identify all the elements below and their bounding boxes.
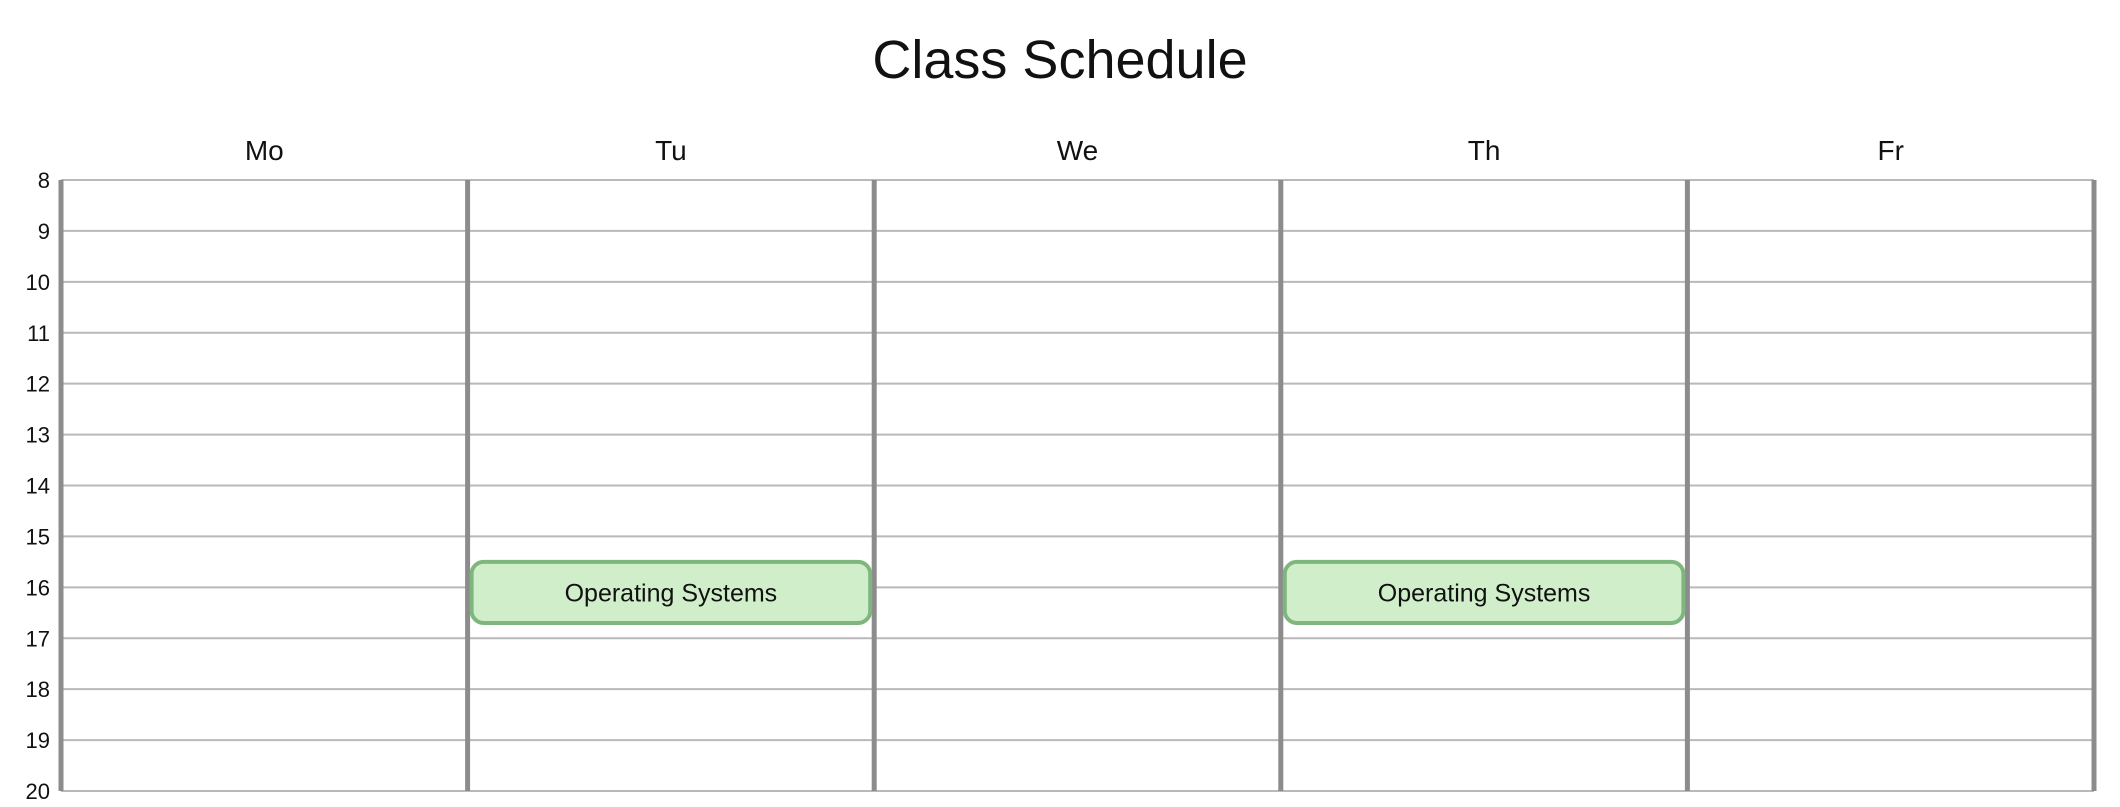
hour-tick-label: 18: [26, 677, 50, 702]
hour-tick-label: 16: [26, 575, 50, 600]
hour-tick-label: 9: [38, 219, 50, 244]
hour-tick-label: 20: [26, 779, 50, 804]
hour-tick-label: 15: [26, 524, 50, 549]
hour-tick-label: 17: [26, 626, 50, 651]
schedule-page: Class Schedule 8 9 10 11 12 13 14 15 16 17 18 19 20 M…: [0, 0, 2120, 807]
day-header-fr: Fr: [1877, 135, 1903, 166]
class-block-label: Operating Systems: [1378, 579, 1591, 607]
hour-tick-label: 13: [26, 423, 50, 448]
class-block-label: Operating Systems: [565, 579, 778, 607]
schedule-chart: 8 9 10 11 12 13 14 15 16 17 18 19 20 Mo Tu We Th Fr Operat…: [26, 135, 2097, 804]
hour-tick-label: 11: [27, 321, 50, 346]
day-header-th: Th: [1468, 135, 1501, 166]
hour-tick-label: 14: [26, 474, 50, 499]
hour-tick-label: 12: [26, 372, 50, 397]
day-header-mo: Mo: [245, 135, 284, 166]
day-header-we: We: [1057, 135, 1099, 166]
hour-tick-label: 19: [26, 728, 50, 753]
hour-tick-label: 8: [38, 168, 50, 193]
day-header-tu: Tu: [655, 135, 687, 166]
hour-tick-label: 10: [26, 270, 50, 295]
